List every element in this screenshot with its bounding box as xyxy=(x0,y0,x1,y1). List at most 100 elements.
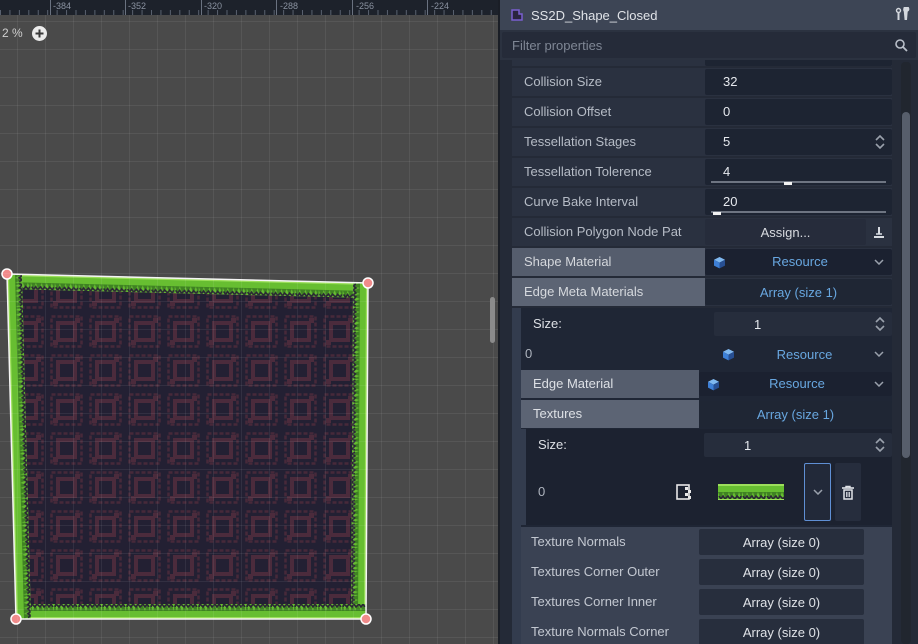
properties-list: Collision Size 32 Collision Offset 0 Tes… xyxy=(500,60,918,644)
property-label[interactable]: Edge Material xyxy=(521,370,699,398)
texture-options-dropdown[interactable] xyxy=(804,463,831,521)
resource-cube-icon xyxy=(713,256,726,269)
shape-canvas xyxy=(0,0,498,644)
horizontal-ruler: -384 -352 -320 -288 -256 -224 xyxy=(0,0,498,15)
property-row-texture-normals-corner: Texture Normals Corner Array (size 0) xyxy=(521,617,892,644)
array-index-label: 0 xyxy=(526,478,676,506)
tessellation-tolerence-slider[interactable]: 4 xyxy=(705,159,892,185)
shape-fill-texture xyxy=(7,274,368,619)
property-label: Collision Size xyxy=(512,68,705,96)
partial-row xyxy=(512,60,892,66)
slider-track[interactable] xyxy=(711,211,886,213)
chevron-down-icon xyxy=(813,489,823,495)
texture-normals-array-button[interactable]: Array (size 0) xyxy=(699,529,864,555)
ruler-major-tick xyxy=(125,0,126,15)
ruler-label: -384 xyxy=(53,1,71,11)
grass-texture-preview[interactable] xyxy=(718,484,784,500)
property-row-collision-polygon: Collision Polygon Node Pat Assign... xyxy=(512,218,892,246)
control-point-handle[interactable] xyxy=(363,278,373,288)
slider-grabber[interactable] xyxy=(784,182,792,185)
inspector-scrollbar-thumb[interactable] xyxy=(902,112,910,458)
ruler-label: -320 xyxy=(204,1,222,11)
array-size-input[interactable]: 1 xyxy=(714,312,892,336)
zoom-percentage[interactable]: 2 % xyxy=(2,26,23,40)
spinner-updown-icon[interactable] xyxy=(874,316,886,332)
property-label: Textures Corner Inner xyxy=(521,588,699,616)
textures-corner-inner-array-button[interactable]: Array (size 0) xyxy=(699,589,864,615)
add-point-icon[interactable] xyxy=(32,26,47,41)
array-size-row: Size: 1 xyxy=(526,430,892,460)
property-label: Tessellation Tolerence xyxy=(512,158,705,186)
control-point-handle[interactable] xyxy=(11,614,21,624)
trash-icon xyxy=(841,485,855,500)
edge-meta-materials-section: Size: 1 0 xyxy=(512,308,892,644)
array-size-input[interactable]: 1 xyxy=(704,433,892,457)
slider-grabber[interactable] xyxy=(713,212,721,215)
property-label[interactable]: Shape Material xyxy=(512,248,705,276)
ruler-label: -352 xyxy=(128,1,146,11)
assign-nodepath-button[interactable]: Assign... xyxy=(705,219,866,245)
chevron-down-icon xyxy=(874,381,884,387)
array-size-row: Size: 1 xyxy=(521,309,892,339)
property-row-textures: Textures Array (size 1) xyxy=(521,399,892,429)
texture-normals-corner-array-button[interactable]: Array (size 0) xyxy=(699,619,864,644)
edge-material-array-group: Texture Normals Array (size 0) Textures … xyxy=(521,527,892,644)
2d-viewport[interactable]: -384 -352 -320 -288 -256 -224 2 % xyxy=(0,0,498,644)
filter-placeholder: Filter properties xyxy=(512,38,894,53)
ruler-major-tick xyxy=(50,0,51,15)
size-label: Size: xyxy=(521,310,714,338)
property-row-textures-corner-outer: Textures Corner Outer Array (size 0) xyxy=(521,557,892,587)
property-row-collision-size: Collision Size 32 xyxy=(512,68,892,96)
inspector-panel: SS2D_Shape_Closed Filter properties xyxy=(500,0,918,644)
godot-editor-window: -384 -352 -320 -288 -256 -224 2 % SS2D_S… xyxy=(0,0,918,644)
viewport-vertical-scrollbar[interactable] xyxy=(490,297,495,343)
ruler-major-tick xyxy=(276,0,277,15)
tessellation-stages-input[interactable]: 5 xyxy=(705,129,892,155)
property-row-tessellation-tolerence: Tessellation Tolerence 4 xyxy=(512,158,892,186)
size-label: Size: xyxy=(526,431,704,459)
control-point-handle[interactable] xyxy=(361,614,371,624)
spinner-updown-icon[interactable] xyxy=(874,437,886,453)
delete-texture-button[interactable] xyxy=(835,463,861,521)
pick-node-button[interactable] xyxy=(866,219,892,245)
property-label: Texture Normals xyxy=(521,528,699,556)
ruler-minor-ticks xyxy=(0,10,498,15)
property-label: Curve Bake Interval xyxy=(512,188,705,216)
property-label: Texture Normals Corner xyxy=(521,618,699,644)
control-point-handle[interactable] xyxy=(2,269,12,279)
shape-material-resource-dropdown[interactable]: Resource xyxy=(705,249,892,275)
property-row-curve-bake-interval: Curve Bake Interval 20 xyxy=(512,188,892,216)
property-row-texture-normals: Texture Normals Array (size 0) xyxy=(521,527,892,557)
textures-array-button[interactable]: Array (size 1) xyxy=(699,401,892,427)
property-label: Collision Offset xyxy=(512,98,705,126)
node-shape-icon xyxy=(510,8,524,22)
search-icon xyxy=(894,38,908,52)
chevron-down-icon xyxy=(874,259,884,265)
chevron-down-icon xyxy=(874,351,884,357)
filter-properties-input[interactable]: Filter properties xyxy=(502,32,916,58)
array-item-row: 0 Resource xyxy=(521,339,892,369)
texture-file-icon xyxy=(676,484,692,500)
property-label[interactable]: Textures xyxy=(521,400,699,428)
filter-bar: Filter properties xyxy=(500,30,918,60)
textures-corner-outer-array-button[interactable]: Array (size 0) xyxy=(699,559,864,585)
edge-meta-materials-array-button[interactable]: Array (size 1) xyxy=(705,279,892,305)
slider-track[interactable] xyxy=(711,181,886,183)
property-row-collision-offset: Collision Offset 0 xyxy=(512,98,892,126)
array-index-label: 0 xyxy=(521,340,714,368)
curve-bake-interval-slider[interactable]: 20 xyxy=(705,189,892,215)
meta-item-resource-dropdown[interactable]: Resource xyxy=(714,339,892,369)
property-row-tessellation-stages: Tessellation Stages 5 xyxy=(512,128,892,156)
collision-offset-input[interactable]: 0 xyxy=(705,99,892,125)
tools-icon[interactable] xyxy=(894,7,910,23)
property-label: Textures Corner Outer xyxy=(521,558,699,586)
inspected-node-name: SS2D_Shape_Closed xyxy=(531,8,894,23)
collision-size-input[interactable]: 32 xyxy=(705,69,892,95)
resource-cube-icon xyxy=(707,378,720,391)
edge-material-resource-dropdown[interactable]: Resource xyxy=(699,372,892,396)
property-label[interactable]: Edge Meta Materials xyxy=(512,278,705,306)
spinner-updown-icon[interactable] xyxy=(874,134,886,150)
inspector-header: SS2D_Shape_Closed xyxy=(500,0,918,30)
resource-cube-icon xyxy=(722,348,735,361)
textures-section: Size: 1 0 xyxy=(521,429,892,525)
